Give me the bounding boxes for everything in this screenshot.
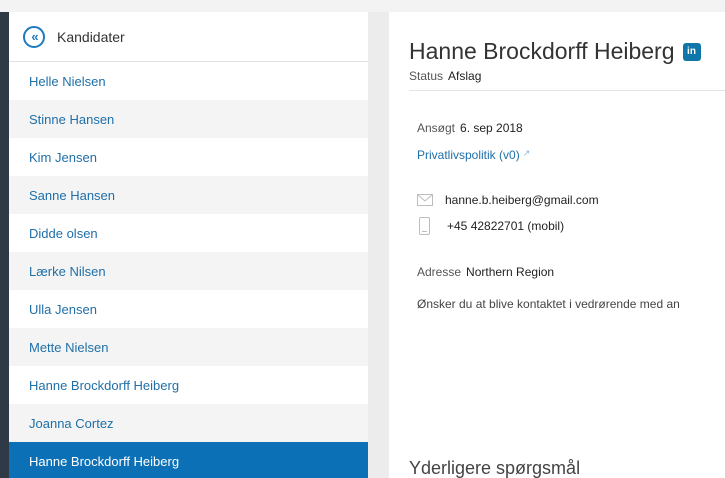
- sidebar-header: « Kandidater: [9, 12, 368, 62]
- candidate-detail-panel: Hanne Brockdorff Heiberg in Status Afslag…: [389, 12, 725, 478]
- mobile-phone-icon: [419, 217, 430, 235]
- status-label: Status: [409, 69, 444, 83]
- candidate-list-item-label: Helle Nielsen: [29, 73, 106, 89]
- candidate-list-item-label: Mette Nielsen: [29, 339, 109, 355]
- candidate-name: Hanne Brockdorff Heiberg: [409, 38, 675, 64]
- privacy-policy-link[interactable]: Privatlivspolitik (v0): [417, 148, 520, 162]
- candidate-list-item[interactable]: Lærke Nilsen: [9, 252, 368, 290]
- candidate-list-item-label: Ulla Jensen: [29, 301, 97, 317]
- candidate-list-item[interactable]: Kim Jensen: [9, 138, 368, 176]
- candidate-list-item[interactable]: Didde olsen: [9, 214, 368, 252]
- candidate-list-item[interactable]: Joanna Cortez: [9, 404, 368, 442]
- candidate-list-item[interactable]: Helle Nielsen: [9, 62, 368, 100]
- applied-row: Ansøgt 6. sep 2018: [417, 121, 523, 135]
- email-row: hanne.b.heiberg@gmail.com: [417, 193, 599, 207]
- candidate-list-item-label: Joanna Cortez: [29, 415, 114, 431]
- additional-questions-heading: Yderligere spørgsmål: [409, 458, 581, 478]
- mail-icon: [417, 194, 433, 206]
- candidate-list-item[interactable]: Mette Nielsen: [9, 328, 368, 366]
- privacy-row: Privatlivspolitik (v0) ↗: [417, 148, 530, 162]
- address-row: Adresse Northern Region: [417, 265, 554, 279]
- candidate-list-item-label: Didde olsen: [29, 225, 98, 241]
- phone-value[interactable]: +45 42822701 (mobil): [447, 219, 564, 233]
- candidate-list-item-selected[interactable]: Hanne Brockdorff Heiberg: [9, 442, 368, 478]
- candidate-list-item-label: Hanne Brockdorff Heiberg: [29, 377, 180, 393]
- external-link-icon: ↗: [522, 148, 531, 158]
- candidate-header: Hanne Brockdorff Heiberg in: [409, 38, 701, 65]
- candidate-list-item[interactable]: Ulla Jensen: [9, 290, 368, 328]
- sidebar-title: Kandidater: [57, 28, 125, 45]
- email-value[interactable]: hanne.b.heiberg@gmail.com: [445, 193, 599, 207]
- address-value: Northern Region: [466, 265, 555, 279]
- candidate-sidebar: « Kandidater Helle Nielsen Stinne Hansen…: [9, 12, 368, 478]
- phone-row: +45 42822701 (mobil): [417, 217, 564, 235]
- status-row: Status Afslag: [409, 69, 481, 83]
- applied-label: Ansøgt: [417, 121, 456, 135]
- candidate-list-item-label: Stinne Hansen: [29, 111, 115, 127]
- candidate-list-item-label: Hanne Brockdorff Heiberg: [29, 453, 180, 469]
- applied-date: 6. sep 2018: [460, 121, 523, 135]
- app-nav-rail: [0, 12, 9, 478]
- candidate-list-item-label: Kim Jensen: [29, 149, 97, 165]
- address-label: Adresse: [417, 265, 462, 279]
- candidate-list-item[interactable]: Hanne Brockdorff Heiberg: [9, 366, 368, 404]
- status-value: Afslag: [448, 69, 482, 83]
- candidate-list-item[interactable]: Stinne Hansen: [9, 100, 368, 138]
- header-divider: [409, 90, 725, 91]
- top-strip: [0, 0, 725, 12]
- linkedin-icon[interactable]: in: [682, 42, 701, 61]
- back-chevrons-icon[interactable]: «: [23, 25, 45, 48]
- panel-gutter: [368, 12, 389, 478]
- candidate-list-item-label: Lærke Nilsen: [29, 263, 106, 279]
- candidate-list-item-label: Sanne Hansen: [29, 187, 116, 203]
- consent-question: Ønsker du at blive kontaktet i vedrørend…: [417, 297, 680, 311]
- candidate-list-item[interactable]: Sanne Hansen: [9, 176, 368, 214]
